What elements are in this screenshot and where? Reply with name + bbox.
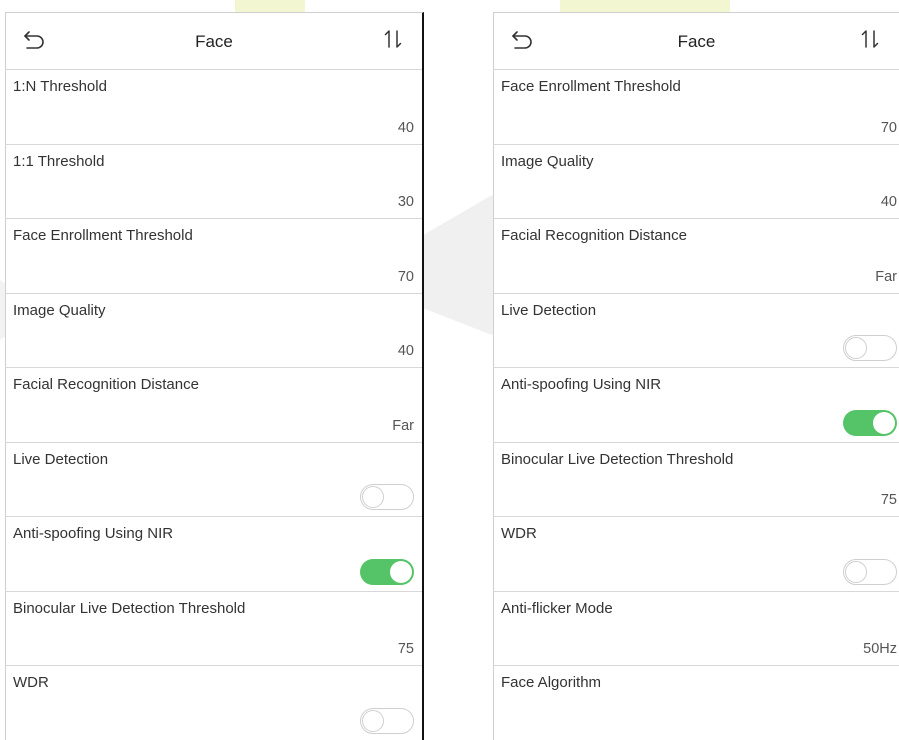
toggle-knob — [845, 560, 867, 583]
setting-label: Anti-spoofing Using NIR — [13, 525, 174, 542]
setting-label: Binocular Live Detection Threshold — [501, 450, 734, 468]
setting-value: 70 — [880, 119, 897, 136]
setting-face-enrollment-threshold[interactable]: Face Enrollment Threshold 70 — [494, 70, 899, 145]
setting-binocular-live-detection-threshold[interactable]: Binocular Live Detection Threshold 75 — [6, 592, 422, 666]
setting-anti-spoofing-nir: Anti-spoofing Using NIR — [494, 368, 899, 443]
setting-image-quality[interactable]: Image Quality 40 — [6, 294, 422, 368]
setting-value: 30 — [397, 194, 414, 210]
toggle-knob — [873, 411, 895, 434]
setting-wdr: WDR — [6, 666, 422, 740]
setting-label: Live Detection — [501, 301, 597, 319]
toggle-knob — [845, 337, 867, 359]
toggle-knob — [362, 709, 384, 732]
setting-value: Far — [392, 417, 414, 434]
setting-label: Face Enrollment Threshold — [13, 227, 193, 244]
setting-11-threshold[interactable]: 1:1 Threshold 30 — [6, 145, 422, 219]
setting-value: 75 — [397, 641, 414, 657]
setting-face-algorithm[interactable]: Face Algorithm — [494, 666, 899, 740]
setting-facial-recognition-distance[interactable]: Facial Recognition Distance Far — [494, 219, 899, 294]
screen-header: Face — [6, 13, 422, 70]
setting-label: Binocular Live Detection Threshold — [13, 599, 246, 617]
setting-label: Face Algorithm — [501, 674, 602, 691]
setting-label: WDR — [13, 674, 49, 691]
page-title: Face — [677, 32, 716, 51]
setting-live-detection: Live Detection — [6, 443, 422, 517]
setting-label: 1:N Threshold — [13, 78, 107, 95]
setting-image-quality[interactable]: Image Quality 40 — [494, 145, 899, 219]
setting-label: Image Quality — [13, 301, 106, 319]
setting-binocular-live-detection-threshold[interactable]: Binocular Live Detection Threshold 75 — [494, 443, 899, 517]
setting-label: Anti-flicker Mode — [501, 599, 613, 617]
setting-value: 75 — [880, 492, 897, 508]
wdr-toggle[interactable] — [360, 707, 414, 734]
face-settings-screen-right: Face Face Enrollment Threshold 70 Image … — [493, 12, 899, 740]
setting-label: Anti-spoofing Using NIR — [501, 376, 662, 393]
screen-header: Face — [494, 13, 899, 70]
setting-label: Image Quality — [501, 152, 594, 170]
toggle-knob — [390, 560, 412, 583]
setting-anti-spoofing-nir: Anti-spoofing Using NIR — [6, 517, 422, 592]
setting-value: Far — [875, 268, 897, 285]
page-title: Face — [195, 32, 233, 51]
setting-value: 40 — [397, 119, 414, 136]
setting-label: Facial Recognition Distance — [13, 376, 199, 393]
setting-live-detection: Live Detection — [494, 294, 899, 368]
setting-label: WDR — [501, 525, 537, 542]
setting-label: Live Detection — [13, 450, 109, 468]
wdr-toggle[interactable] — [843, 558, 897, 585]
setting-value: 40 — [880, 194, 897, 210]
setting-label: Facial Recognition Distance — [501, 227, 687, 244]
anti-spoofing-toggle[interactable] — [843, 409, 897, 436]
setting-anti-flicker-mode[interactable]: Anti-flicker Mode 50Hz — [494, 592, 899, 666]
toggle-knob — [362, 486, 384, 508]
setting-1n-threshold[interactable]: 1:N Threshold 40 — [6, 70, 422, 145]
setting-label: 1:1 Threshold — [13, 152, 105, 170]
sort-arrows-icon[interactable] — [859, 27, 883, 51]
setting-label: Face Enrollment Threshold — [501, 78, 681, 95]
anti-spoofing-toggle[interactable] — [360, 558, 414, 585]
setting-value: 40 — [397, 343, 414, 359]
setting-value: 50Hz — [863, 641, 897, 657]
setting-wdr: WDR — [494, 517, 899, 592]
setting-facial-recognition-distance[interactable]: Facial Recognition Distance Far — [6, 368, 422, 443]
face-settings-screen-left: Face 1:N Threshold 40 1:1 Threshold 30 F… — [5, 12, 424, 740]
sort-arrows-icon[interactable] — [382, 27, 406, 51]
live-detection-toggle[interactable] — [843, 335, 897, 361]
setting-face-enrollment-threshold[interactable]: Face Enrollment Threshold 70 — [6, 219, 422, 294]
live-detection-toggle[interactable] — [360, 484, 414, 510]
setting-value: 70 — [397, 268, 414, 285]
